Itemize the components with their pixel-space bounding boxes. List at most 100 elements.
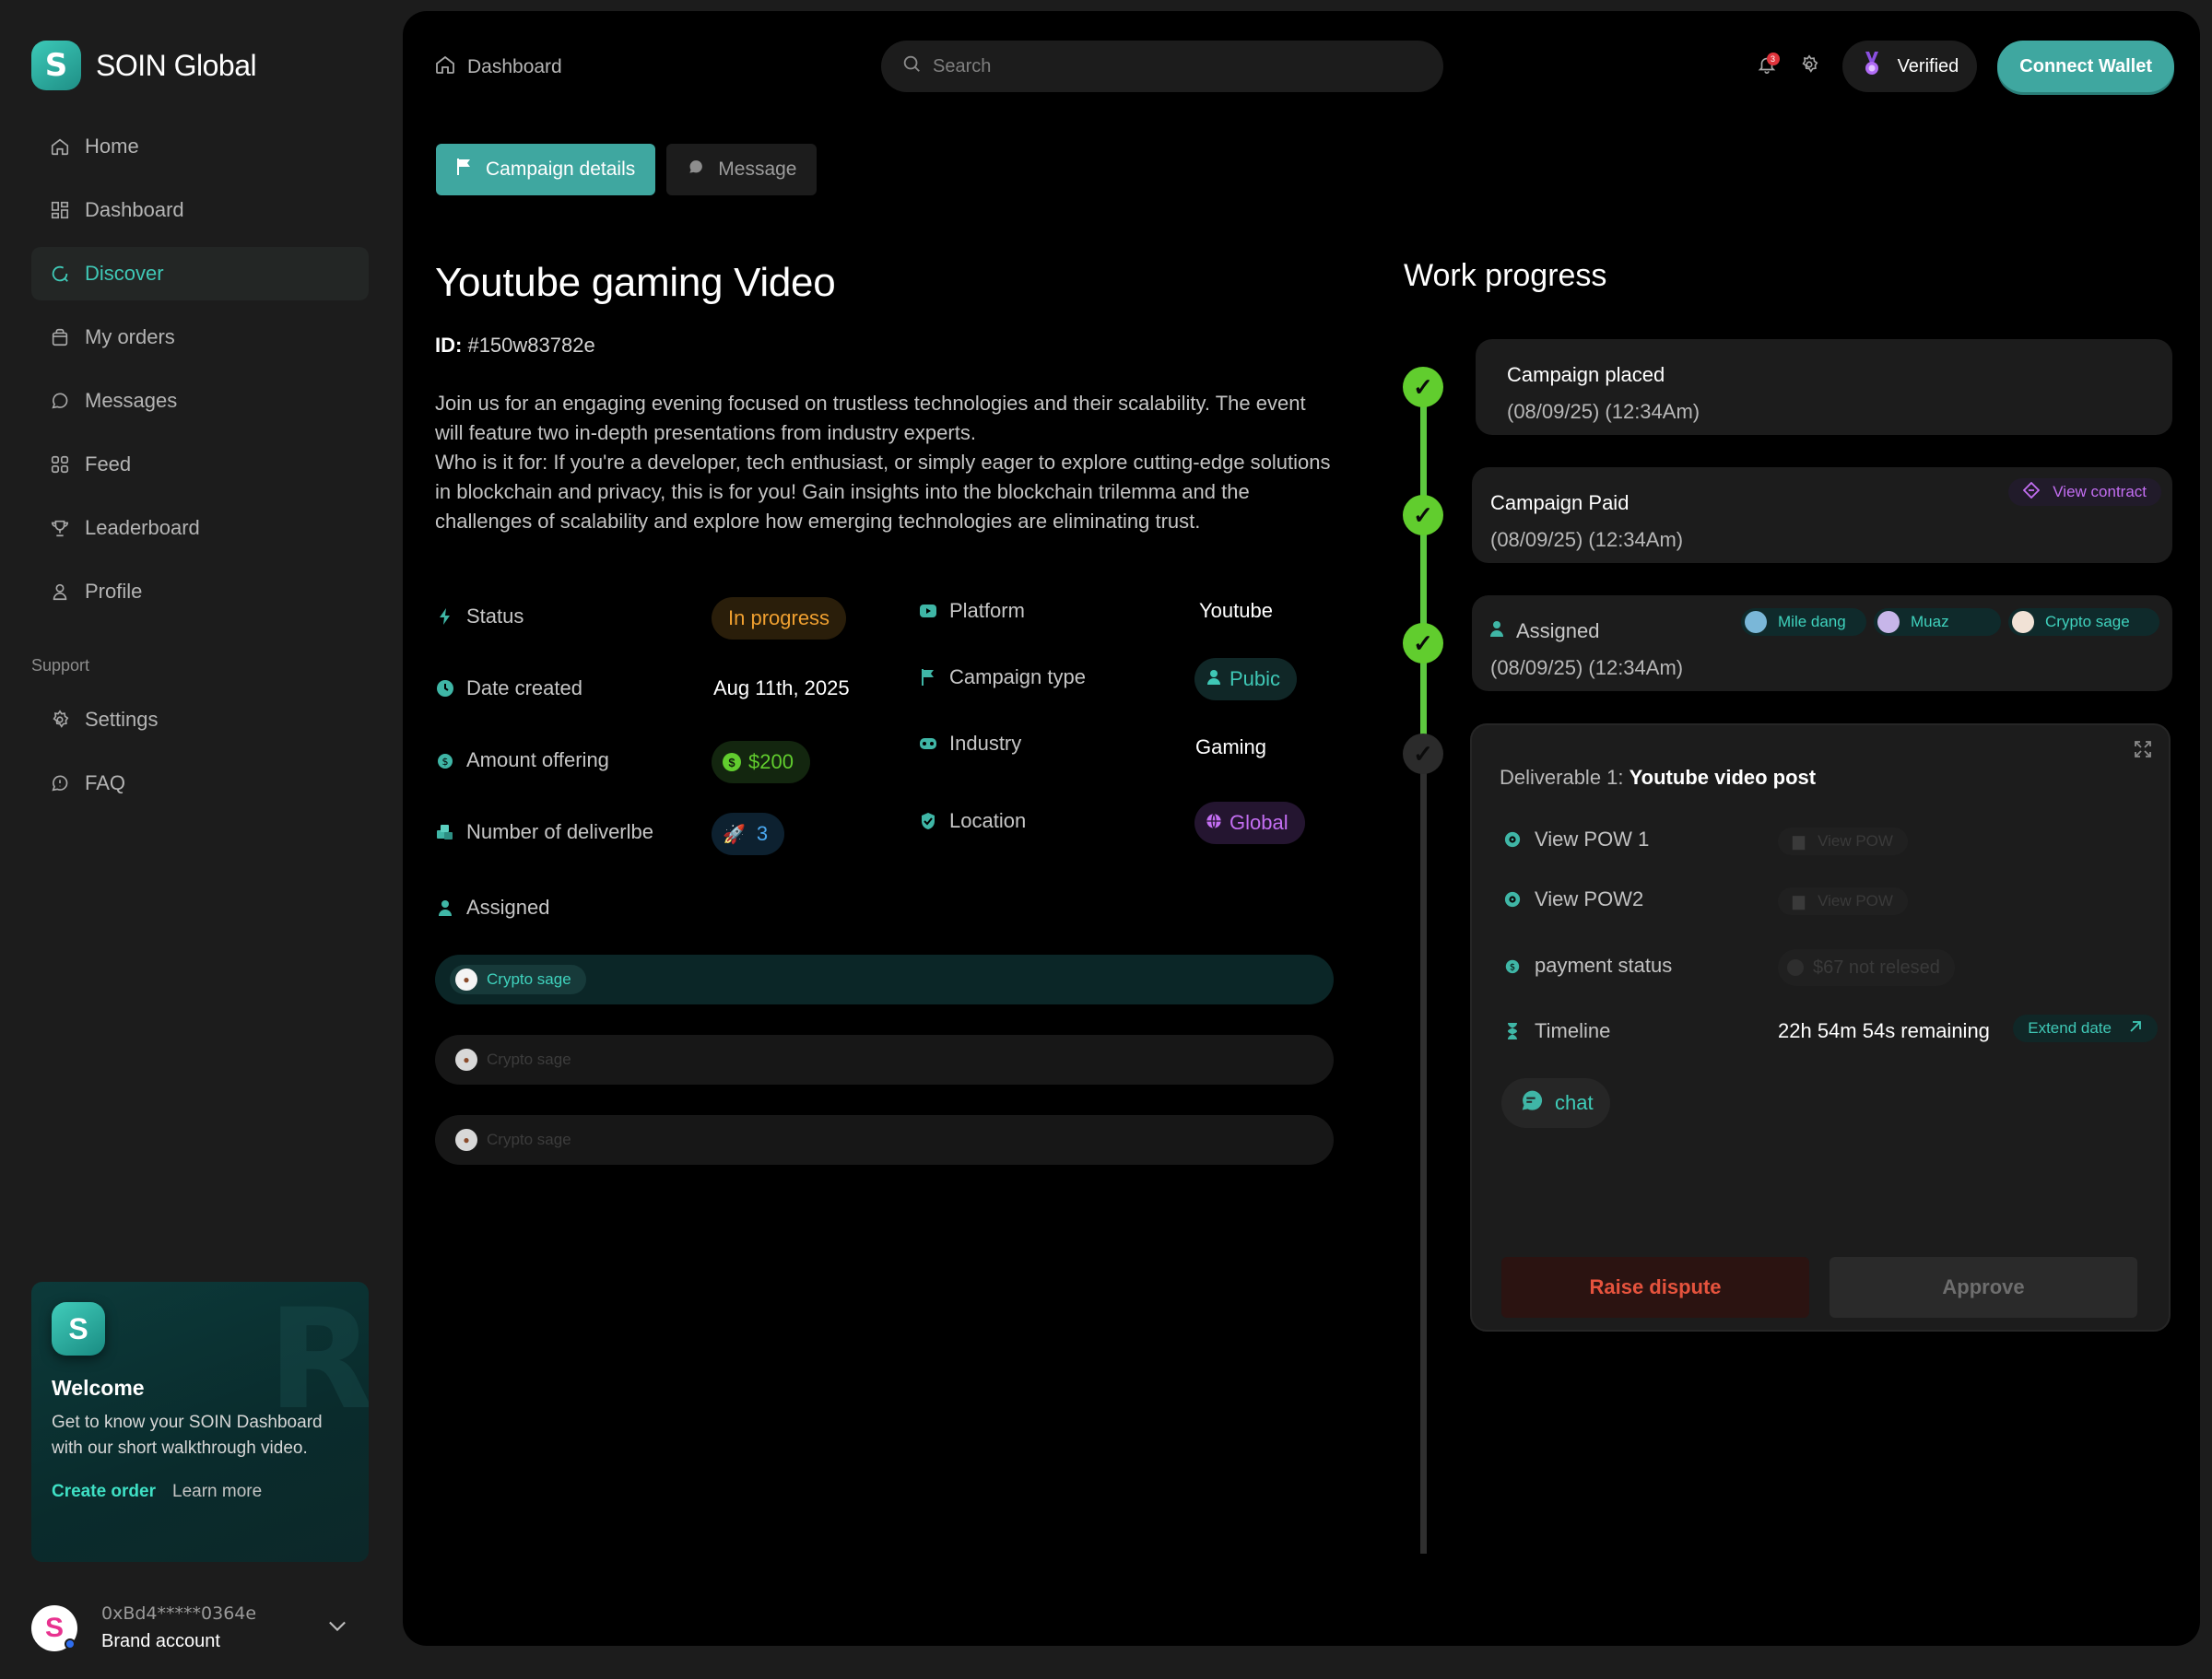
- flag-icon: [918, 668, 938, 687]
- bag-icon: [48, 325, 72, 349]
- sidebar: S SOIN Global Home Dashboard Discover My…: [0, 0, 401, 1679]
- sidebar-item-label: Dashboard: [85, 198, 184, 221]
- user-icon: [1207, 667, 1220, 691]
- user-icon: [1490, 619, 1503, 643]
- campaign-description: Join us for an engaging evening focused …: [435, 389, 1334, 536]
- assignee-chip[interactable]: Muaz: [1874, 608, 2001, 636]
- verified-label: Verified: [1897, 55, 1959, 76]
- work-progress-title: Work progress: [1404, 258, 1607, 293]
- sidebar-item-home[interactable]: Home: [31, 120, 369, 173]
- detail-industry: Industry: [918, 732, 1021, 756]
- connect-wallet-button[interactable]: Connect Wallet: [1997, 41, 2174, 92]
- breadcrumb[interactable]: Dashboard: [434, 53, 562, 81]
- detail-label: Campaign type: [949, 665, 1086, 688]
- chat-icon: [48, 389, 72, 413]
- detail-campaign-type: Campaign type: [918, 665, 1086, 689]
- sidebar-item-label: My orders: [85, 325, 175, 348]
- view-contract-label: View contract: [2053, 483, 2147, 500]
- detail-date-created: Date created: [435, 676, 582, 700]
- soin-logo-icon: S: [31, 41, 81, 90]
- deliverable-card: Deliverable 1: Youtube video post View P…: [1470, 723, 2171, 1332]
- welcome-text: Get to know your SOIN Dashboard with our…: [52, 1413, 323, 1458]
- detail-label: Date created: [466, 676, 582, 699]
- app-name: SOIN Global: [96, 48, 257, 82]
- assignee-chip[interactable]: ● Crypto sage: [450, 965, 586, 994]
- assignee-chip[interactable]: ● Crypto sage: [450, 1125, 586, 1155]
- assignee-chip[interactable]: ● Crypto sage: [450, 1045, 586, 1074]
- industry-value: Gaming: [1195, 735, 1267, 758]
- deliverable-row-pow2: View POW2: [1503, 887, 1643, 911]
- sidebar-item-leaderboard[interactable]: Leaderboard: [31, 501, 369, 555]
- amount-badge: $ $200: [712, 741, 810, 783]
- id-label: ID:: [435, 334, 463, 357]
- settings-button[interactable]: [1794, 52, 1824, 81]
- assignee-name: Crypto sage: [2045, 613, 2130, 630]
- expand-icon[interactable]: [2134, 740, 2152, 763]
- sidebar-item-label: FAQ: [85, 771, 126, 794]
- detail-label: Number of deliverlbe: [466, 820, 653, 843]
- account-switcher[interactable]: S 0xBd4*****0364e Brand account: [31, 1603, 369, 1652]
- sidebar-item-feed[interactable]: Feed: [31, 438, 369, 491]
- avatar: [1877, 611, 1900, 633]
- search-input[interactable]: Search: [881, 41, 1443, 92]
- avatar: ●: [455, 1049, 477, 1071]
- payment-status-value: $67 not relesed: [1813, 957, 1940, 978]
- sidebar-item-faq[interactable]: FAQ: [31, 757, 369, 810]
- tab-bar: Campaign details Message: [436, 144, 818, 195]
- avatar: [2012, 611, 2034, 633]
- view-pow-button[interactable]: ▆ View POW: [1778, 828, 1908, 855]
- header-actions: 3 Verified Connect Wallet: [1752, 41, 2174, 92]
- tab-message[interactable]: Message: [666, 144, 818, 195]
- search-placeholder: Search: [933, 55, 992, 76]
- platform-value: Youtube: [1199, 599, 1273, 622]
- extend-date-button[interactable]: Extend date: [2013, 1015, 2158, 1042]
- date-created-value: Aug 11th, 2025: [713, 676, 850, 699]
- extend-date-label: Extend date: [2028, 1019, 2112, 1037]
- sidebar-item-discover[interactable]: Discover: [31, 247, 369, 300]
- discover-icon: [48, 262, 72, 286]
- assigned-row[interactable]: ● Crypto sage: [435, 955, 1334, 1004]
- assignee-chip[interactable]: Crypto sage: [2008, 608, 2159, 636]
- detail-label: Platform: [949, 599, 1025, 622]
- sidebar-item-messages[interactable]: Messages: [31, 374, 369, 428]
- app-logo[interactable]: S SOIN Global: [31, 41, 257, 90]
- amount-value: $200: [748, 750, 794, 773]
- sidebar-item-profile[interactable]: Profile: [31, 565, 369, 618]
- assigned-row[interactable]: ● Crypto sage: [435, 1035, 1334, 1085]
- shield-check-icon: [918, 812, 938, 830]
- tab-label: Campaign details: [486, 159, 636, 180]
- deliverable-row-label: Timeline: [1535, 1019, 1611, 1042]
- assignee-chip[interactable]: Mile dang: [1741, 608, 1866, 636]
- home-icon: [48, 135, 72, 159]
- location-value: Global: [1230, 811, 1288, 834]
- avatar: [1745, 611, 1767, 633]
- gear-icon: [48, 708, 72, 732]
- view-contract-button[interactable]: View contract: [2008, 478, 2161, 506]
- sidebar-item-dashboard[interactable]: Dashboard: [31, 183, 369, 237]
- assigned-row[interactable]: ● Crypto sage: [435, 1115, 1334, 1165]
- step-title: Campaign placed: [1507, 363, 1665, 386]
- sidebar-item-settings[interactable]: Settings: [31, 693, 369, 746]
- main-panel: Dashboard Search 3 Verified Connect Wall…: [403, 11, 2200, 1646]
- sidebar-item-my-orders[interactable]: My orders: [31, 311, 369, 364]
- eye-icon: [1503, 891, 1522, 908]
- raise-dispute-button[interactable]: Raise dispute: [1501, 1257, 1809, 1318]
- chat-button[interactable]: chat: [1501, 1078, 1610, 1128]
- online-dot: [65, 1638, 76, 1650]
- detail-label: Location: [949, 809, 1027, 832]
- sidebar-item-label: Feed: [85, 452, 132, 476]
- learn-more-link[interactable]: Learn more: [172, 1482, 262, 1502]
- approve-button[interactable]: Approve: [1830, 1257, 2137, 1318]
- tab-campaign-details[interactable]: Campaign details: [436, 144, 656, 195]
- detail-amount: $ Amount offering: [435, 748, 609, 772]
- chat-icon: [687, 158, 705, 182]
- view-pow-button[interactable]: ▆ View POW: [1778, 887, 1908, 915]
- create-order-link[interactable]: Create order: [52, 1482, 156, 1502]
- hourglass-icon: [1503, 1022, 1522, 1040]
- step-time: (08/09/25) (12:34Am): [1490, 528, 1684, 551]
- notification-button[interactable]: 3: [1752, 52, 1782, 81]
- detail-status: Status: [435, 605, 524, 628]
- chevron-down-icon[interactable]: [324, 1613, 350, 1643]
- home-icon: [434, 53, 456, 81]
- verified-badge[interactable]: Verified: [1841, 41, 1978, 92]
